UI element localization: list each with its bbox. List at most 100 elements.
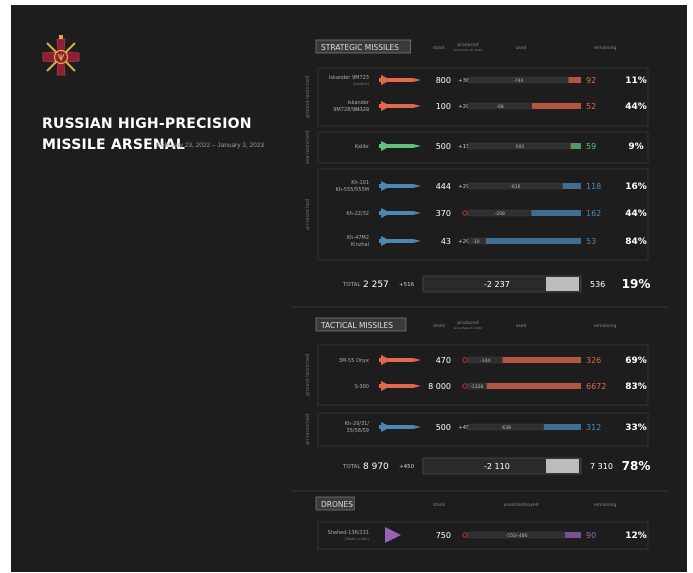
weapon-name: 3M-55 Onyx — [339, 358, 369, 364]
remaining-bar — [568, 77, 581, 83]
stock-value: 370 — [436, 209, 451, 218]
remaining-bar — [531, 210, 581, 216]
stock-value: 100 — [436, 102, 451, 111]
stock-value: 8 000 — [428, 382, 451, 391]
used-value: -744 — [513, 78, 523, 84]
total-produced: +516 — [399, 282, 415, 288]
remaining-percent: 12% — [625, 531, 647, 541]
weapon-name: Kh-101 — [351, 180, 369, 186]
stock-value: 500 — [436, 423, 451, 432]
col-header-stock: stock — [433, 45, 445, 51]
stock-value: 800 — [436, 76, 451, 85]
stock-value: 470 — [436, 356, 451, 365]
remaining-bar — [486, 383, 581, 389]
col-header-used: used — [516, 45, 527, 51]
weapon-name: 35/58/59 — [347, 428, 369, 434]
stock-value: 500 — [436, 142, 451, 151]
total-remaining-bar — [546, 277, 579, 291]
stock-value: 43 — [441, 237, 451, 246]
remaining-percent: 9% — [628, 142, 643, 152]
group-label: ground-launched — [305, 354, 311, 396]
stock-value: 444 — [436, 182, 451, 191]
group-label: air-launched — [305, 414, 311, 445]
stock-value: 750 — [436, 531, 451, 540]
weapon-subtitle: (Made in Iran) — [344, 537, 369, 541]
section-title: DRONES — [321, 500, 353, 509]
remaining-value: 326 — [586, 356, 601, 365]
remaining-bar — [562, 183, 581, 189]
drone-icon — [385, 527, 401, 543]
weapon-name: Kh-22/32 — [346, 211, 369, 217]
col-header-remaining: remaining — [594, 502, 617, 508]
total-produced: +450 — [399, 464, 415, 470]
used-value: -208 — [495, 211, 505, 217]
used-value: -68 — [496, 104, 503, 110]
missile-fins-icon — [381, 422, 387, 432]
total-used: -2 237 — [484, 280, 510, 289]
remaining-percent: 44% — [625, 209, 647, 219]
group-label: ground-launched — [305, 76, 311, 118]
remaining-bar — [502, 357, 581, 363]
group-label: sea-launched — [305, 131, 311, 165]
remaining-value: 90 — [586, 531, 596, 540]
missile-fins-icon — [381, 141, 387, 151]
produced-none-icon — [462, 357, 468, 363]
remaining-percent: 16% — [625, 182, 647, 192]
col-header-stock: stock — [433, 323, 445, 329]
remaining-value: 118 — [586, 182, 601, 191]
remaining-value: 162 — [586, 209, 601, 218]
remaining-percent: 69% — [625, 356, 647, 366]
remaining-value: 52 — [586, 102, 596, 111]
missile-fins-icon — [381, 181, 387, 191]
remaining-percent: 84% — [625, 237, 647, 247]
weapon-name: Iskander 9M723 — [329, 75, 369, 81]
col-header-used: used — [516, 323, 527, 329]
section-title: STRATEGIC MISSILES — [321, 43, 399, 52]
weapon-name: S-300 — [354, 384, 369, 390]
col-header-remaining: remaining — [594, 323, 617, 329]
missile-fins-icon — [381, 208, 387, 218]
total-remaining: 7 310 — [590, 462, 613, 471]
weapon-name: Kh-47M2 — [347, 235, 369, 241]
col-header-used: used/destroyed — [504, 502, 539, 508]
remaining-value: 59 — [586, 142, 596, 151]
produced-none-icon — [462, 532, 468, 538]
remaining-value: 312 — [586, 423, 601, 432]
total-remaining-bar — [546, 459, 579, 473]
missile-fins-icon — [381, 101, 387, 111]
group-panel — [317, 344, 649, 406]
total-label: TOTAL — [342, 282, 361, 288]
produced-none-icon — [462, 210, 468, 216]
emblem-icon — [42, 35, 80, 76]
weapon-subtitle: (winged) — [354, 108, 370, 112]
used-value: -550/-486 — [506, 533, 528, 539]
col-header-produced-sub: since Feb 23, 2022 — [454, 48, 482, 52]
total-stock: 8 970 — [363, 462, 389, 472]
remaining-bar — [565, 532, 581, 538]
weapon-name: Iskander — [348, 100, 370, 106]
used-value: -144 — [480, 358, 490, 364]
remaining-percent: 33% — [625, 423, 647, 433]
weapon-name: Shahed-136/131 — [328, 530, 369, 536]
remaining-percent: 44% — [625, 102, 647, 112]
section-title: TACTICAL MISSILES — [320, 321, 393, 330]
col-header-remaining: remaining — [594, 45, 617, 51]
remaining-percent: 11% — [625, 76, 647, 86]
total-percent: 19% — [622, 277, 651, 291]
missile-fins-icon — [381, 236, 387, 246]
used-value: -591 — [514, 144, 524, 150]
used-value: -616 — [510, 184, 520, 190]
total-percent: 78% — [622, 459, 651, 473]
used-value: -10 — [472, 239, 479, 245]
weapon-name: Kinzhal — [351, 242, 369, 248]
remaining-bar — [543, 424, 581, 430]
total-stock: 2 257 — [363, 280, 389, 290]
produced-none-icon — [462, 383, 468, 389]
remaining-value: 6672 — [586, 382, 606, 391]
remaining-bar — [485, 238, 581, 244]
remaining-percent: 83% — [625, 382, 647, 392]
missile-fins-icon — [381, 355, 387, 365]
total-used: -2 110 — [484, 462, 510, 471]
missile-fins-icon — [381, 75, 387, 85]
total-label: TOTAL — [342, 464, 361, 470]
